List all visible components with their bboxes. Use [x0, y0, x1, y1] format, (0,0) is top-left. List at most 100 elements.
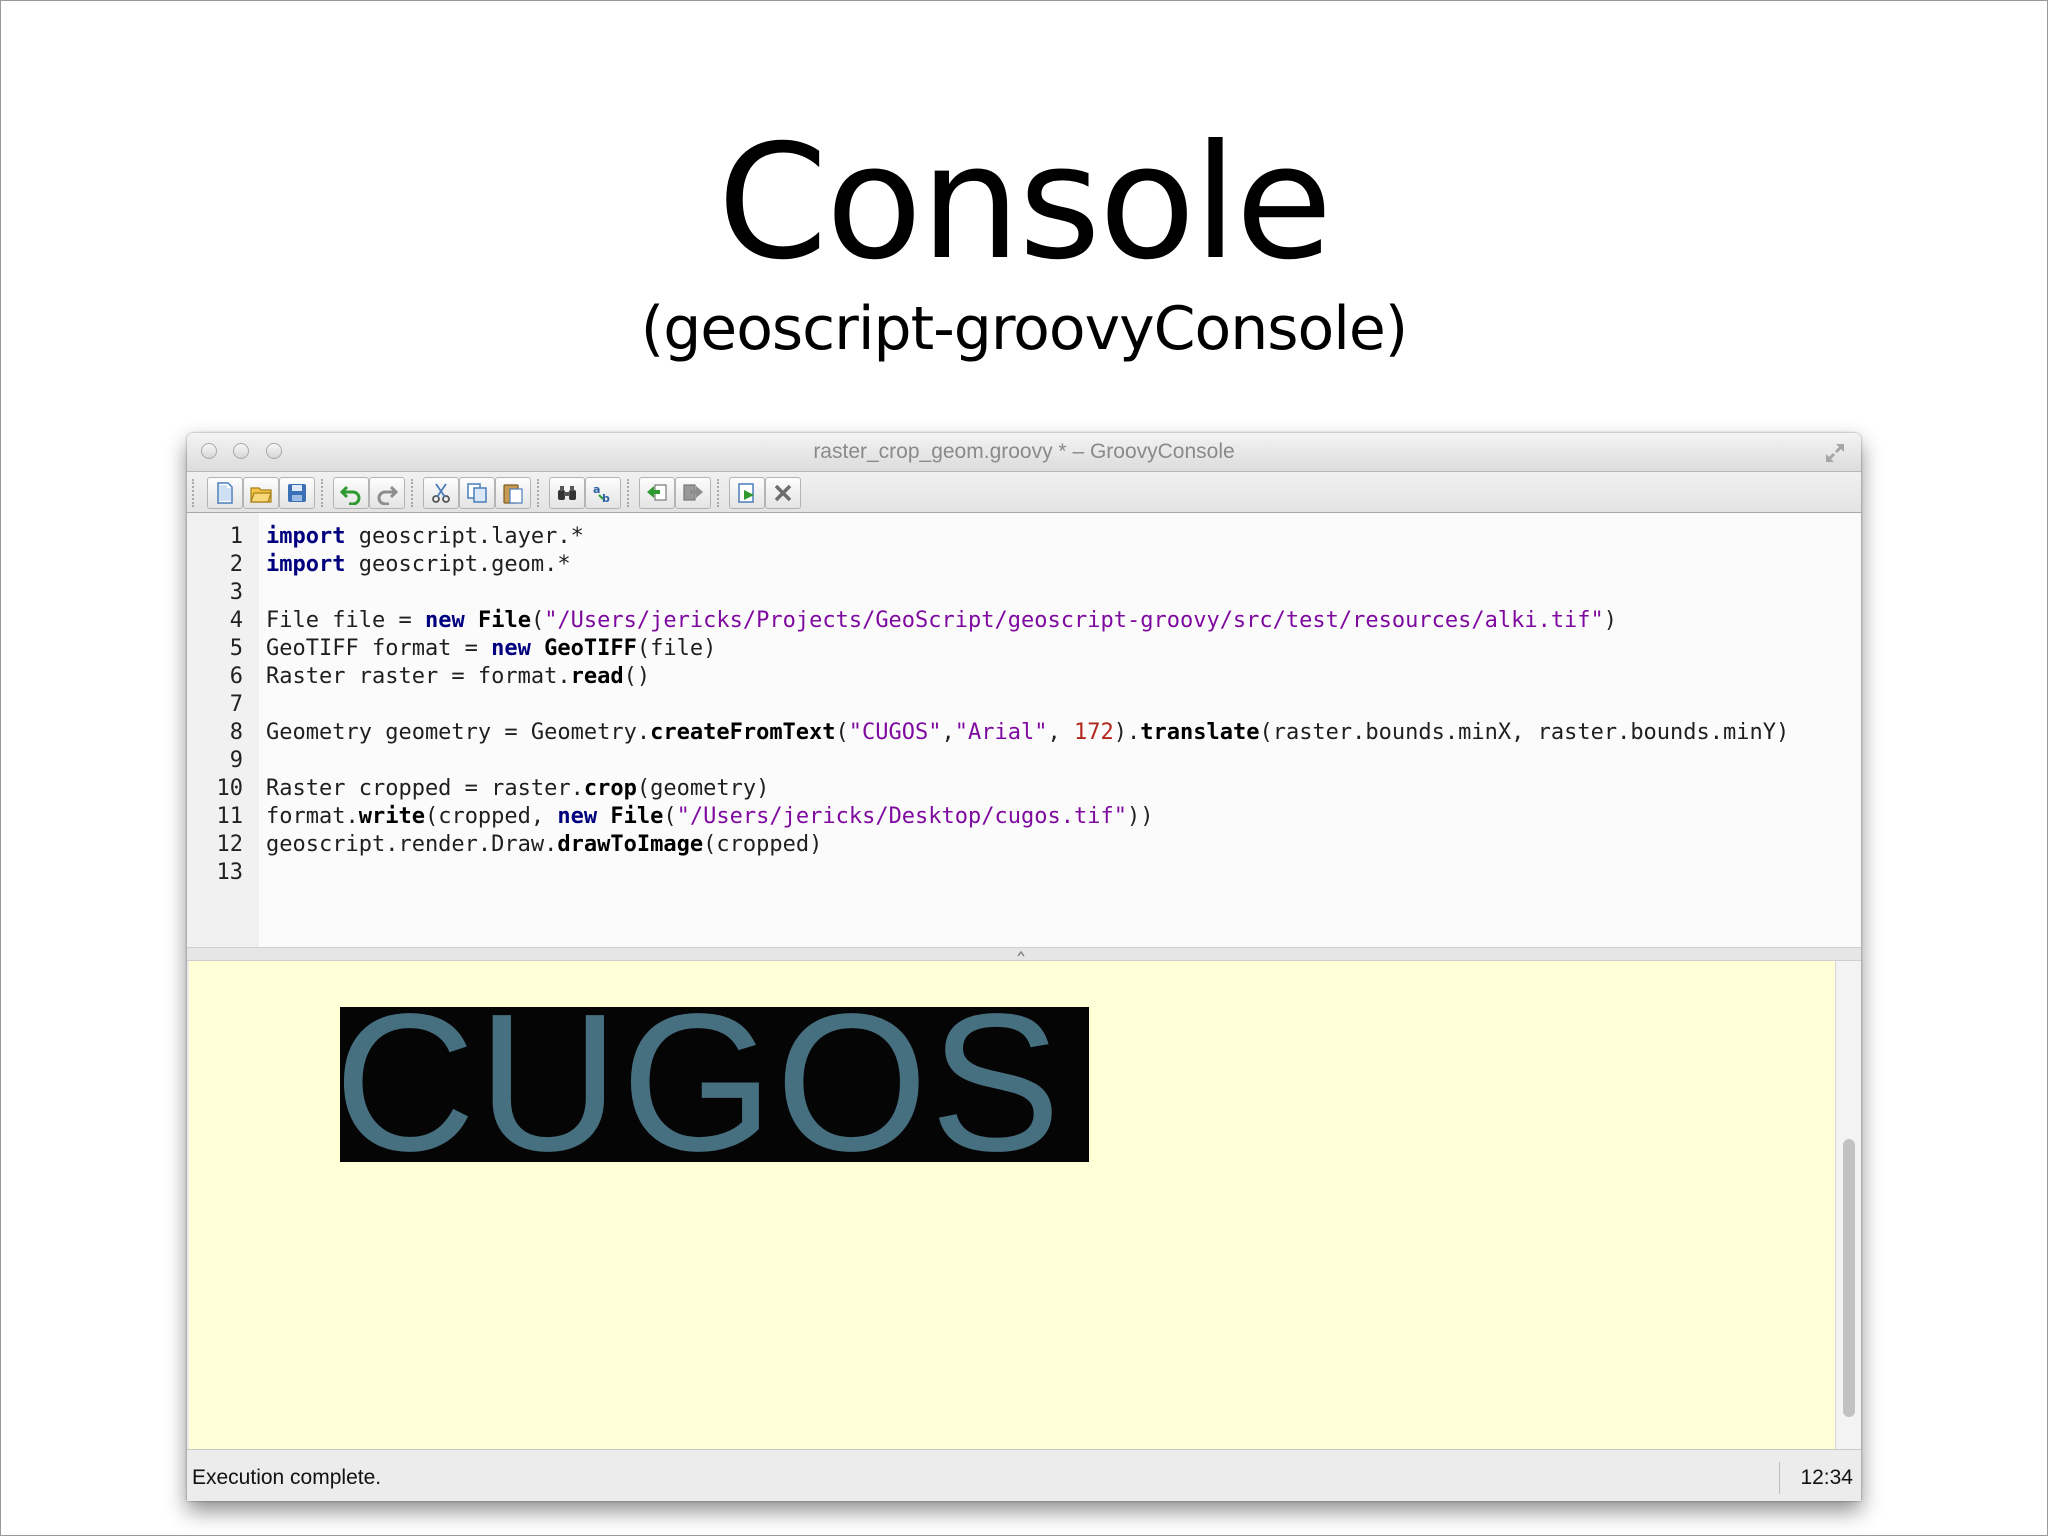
line-number: 11: [216, 804, 244, 829]
replace-button[interactable]: ab: [585, 477, 621, 509]
line-number: 5: [229, 636, 243, 661]
code-token: geoscript.render.Draw.: [266, 832, 558, 857]
run-script-button[interactable]: [729, 477, 765, 509]
find-button[interactable]: [549, 477, 585, 509]
code-string: "CUGOS": [848, 720, 942, 745]
code-token: (cropped): [703, 832, 823, 857]
code-line[interactable]: import geoscript.layer.*: [266, 523, 584, 551]
code-number: 172: [1073, 720, 1114, 745]
undo-icon: [339, 485, 361, 505]
cut-button[interactable]: [423, 477, 459, 509]
code-identifier: createFromText: [650, 720, 836, 745]
toolbar-separator: [537, 479, 543, 507]
code-keyword: import: [266, 552, 346, 577]
code-token: ,: [941, 720, 955, 745]
status-divider: [1779, 1462, 1780, 1494]
code-line[interactable]: format.write(cropped, new File("/Users/j…: [266, 803, 1153, 831]
code-token: (: [663, 804, 677, 829]
open-file-icon: [250, 487, 272, 503]
editor-output-splitter[interactable]: [187, 947, 1861, 961]
code-keyword: new: [424, 608, 465, 633]
save-file-button[interactable]: [279, 477, 315, 509]
code-token: (file): [636, 636, 717, 661]
code-keyword: import: [266, 524, 346, 549]
code-keyword: new: [491, 636, 531, 661]
history-next-icon: [683, 484, 703, 501]
cut-icon: [432, 483, 450, 503]
line-number: 12: [216, 832, 244, 857]
line-number: 9: [229, 748, 243, 773]
open-file-button[interactable]: [243, 477, 279, 509]
code-token: (): [623, 664, 651, 689]
code-identifier: crop: [583, 776, 637, 801]
output-pane: CUGOS: [189, 961, 1835, 1449]
save-file-icon: [288, 484, 306, 502]
code-token: ,: [1047, 720, 1074, 745]
slide-subtitle: (geoscript-groovyConsole): [640, 294, 1408, 364]
code-token: (: [835, 720, 849, 745]
copy-button[interactable]: [459, 477, 495, 509]
output-scrollbar[interactable]: [1835, 961, 1861, 1449]
status-bar: Execution complete. 12:34: [187, 1449, 1861, 1501]
code-identifier: File: [477, 608, 531, 633]
undo-button[interactable]: [333, 477, 369, 509]
line-number: 7: [229, 692, 243, 717]
groovy-console-window: raster_crop_geom.groovy * – GroovyConsol…: [187, 433, 1861, 1501]
script-editor[interactable]: 1 2 3 4 5 6 7 8 9 10 11 12 13 import geoscript.layer…: [187, 513, 1861, 947]
line-number: 3: [229, 580, 243, 605]
toolbar-separator: [717, 479, 723, 507]
history-previous-icon: [647, 484, 667, 501]
code-token: (: [530, 608, 545, 633]
code-line[interactable]: File file = new File("/Users/jericks/Pro…: [266, 607, 1617, 635]
history-previous-button[interactable]: [639, 477, 675, 509]
paste-icon: [503, 484, 523, 504]
line-number: 2: [229, 552, 243, 577]
code-token: File file =: [266, 608, 425, 633]
interrupt-button[interactable]: [765, 477, 801, 509]
code-identifier: translate: [1140, 720, 1260, 745]
code-line[interactable]: Geometry geometry = Geometry.createFromT…: [266, 719, 1789, 747]
line-number-gutter: 1 2 3 4 5 6 7 8 9 10 11 12 13: [187, 513, 259, 947]
new-file-button[interactable]: [207, 477, 243, 509]
fullscreen-icon[interactable]: [1823, 441, 1847, 465]
history-next-button[interactable]: [675, 477, 711, 509]
code-token: geoscript.layer.*: [345, 524, 584, 549]
code-line[interactable]: Raster cropped = raster.crop(geometry): [266, 775, 769, 803]
toolbar: ab: [187, 472, 1861, 513]
new-file-icon: [217, 482, 233, 504]
redo-button[interactable]: [369, 477, 405, 509]
code-identifier: write: [358, 804, 425, 829]
cugos-image-text: CUGOS: [340, 1007, 1063, 1162]
code-identifier: read: [570, 664, 624, 689]
code-line[interactable]: geoscript.render.Draw.drawToImage(croppe…: [266, 831, 822, 859]
splitter-arrow-icon[interactable]: [1015, 949, 1027, 959]
cugos-raster-image: CUGOS: [340, 1007, 1089, 1162]
line-number: 10: [216, 776, 244, 801]
output-scrollbar-thumb[interactable]: [1843, 1139, 1855, 1417]
toolbar-separator: [321, 479, 327, 507]
code-area[interactable]: import geoscript.layer.* import geoscript…: [259, 513, 1861, 947]
replace-icon: ab: [593, 483, 610, 505]
code-identifier: File: [610, 804, 664, 829]
code-line[interactable]: Raster raster = format.read(): [266, 663, 650, 691]
line-number: 4: [229, 608, 243, 633]
code-string: "Arial": [954, 720, 1048, 745]
code-token: ).: [1113, 720, 1141, 745]
line-number: 8: [229, 720, 243, 745]
code-line[interactable]: GeoTIFF format = new GeoTIFF(file): [266, 635, 716, 663]
code-line[interactable]: import geoscript.geom.*: [266, 551, 571, 579]
code-keyword: new: [557, 804, 598, 829]
window-titlebar[interactable]: raster_crop_geom.groovy * – GroovyConsol…: [187, 433, 1861, 472]
slide-title: Console: [717, 111, 1332, 295]
toolbar-separator: [627, 479, 633, 507]
code-token: (raster.bounds.minX, raster.bounds.minY): [1259, 720, 1790, 745]
paste-button[interactable]: [495, 477, 531, 509]
line-number: 1: [229, 524, 243, 549]
code-token: ): [1603, 608, 1618, 633]
status-message: Execution complete.: [192, 1466, 382, 1489]
redo-icon: [377, 485, 399, 505]
code-token: (geometry): [636, 776, 770, 801]
code-string: "/Users/jericks/Projects/GeoScript/geosc…: [544, 608, 1604, 633]
